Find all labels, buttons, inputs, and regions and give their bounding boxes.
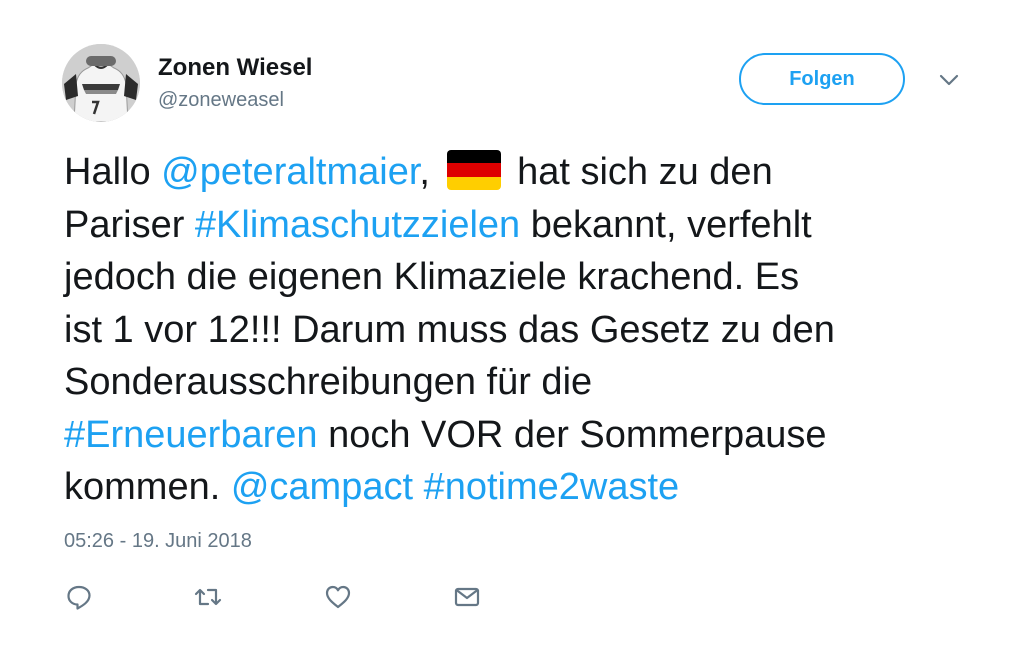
timestamp[interactable]: 05:26 - 19. Juni 2018: [64, 530, 252, 553]
display-name[interactable]: Zonen Wiesel: [158, 54, 312, 82]
tweet-card: Zonen Wiesel @zoneweasel Folgen Hallo @p…: [0, 0, 1024, 654]
tweet-text-segment: ,: [419, 151, 430, 193]
tweet-text-segment: Pariser: [64, 203, 195, 246]
tweet-line: Hallo @peteraltmaier, hat sich zu den: [64, 146, 984, 199]
follow-button-label: Folgen: [789, 67, 855, 90]
tweet-line: jedoch die eigenen Klimaziele krachend. …: [64, 251, 984, 304]
tweet-line: Pariser #Klimaschutzzielen bekannt, verf…: [64, 199, 984, 252]
retweet-button[interactable]: [193, 582, 223, 612]
jersey-avatar-icon: [62, 44, 140, 122]
reply-icon: [67, 585, 91, 610]
hashtag-link[interactable]: #Erneuerbaren: [64, 414, 318, 456]
tweet-text-segment: hat sich zu den: [506, 151, 773, 193]
tweet-text: Hallo @peteraltmaier, hat sich zu den Pa…: [64, 146, 984, 514]
tweet-line: kommen. @campact #notime2waste: [64, 461, 984, 514]
chevron-down-icon: [939, 74, 959, 86]
envelope-icon: [454, 587, 480, 607]
tweet-text-segment: Sonderausschreibungen für die: [64, 361, 593, 403]
mention-link[interactable]: @peteraltmaier: [161, 151, 419, 193]
reply-button[interactable]: [64, 582, 94, 612]
more-options-button[interactable]: [936, 70, 962, 90]
tweet-line: ist 1 vor 12!!! Darum muss das Gesetz zu…: [64, 304, 984, 357]
hashtag-link[interactable]: #Klimaschutzzielen: [195, 204, 520, 246]
tweet-text-segment: ist 1 vor 12!!! Darum muss das Gesetz zu…: [64, 308, 835, 351]
mention-link[interactable]: @campact: [231, 466, 413, 508]
follow-button[interactable]: Folgen: [739, 53, 905, 105]
tweet-text-segment: Hallo: [64, 151, 162, 193]
avatar[interactable]: [62, 44, 140, 122]
direct-message-button[interactable]: [452, 582, 482, 612]
tweet-text-segment: bekannt, verfehlt: [520, 203, 812, 246]
tweet-text-segment: kommen.: [64, 466, 231, 508]
retweet-icon: [194, 588, 222, 606]
user-handle[interactable]: @zoneweasel: [158, 89, 284, 112]
hashtag-link[interactable]: #notime2waste: [424, 466, 680, 508]
tweet-text-segment: jedoch die eigenen Klimaziele krachend. …: [64, 256, 800, 298]
tweet-line: Sonderausschreibungen für die: [64, 356, 984, 409]
heart-icon: [325, 585, 351, 609]
tweet-line: #Erneuerbaren noch VOR der Sommerpause: [64, 409, 984, 462]
tweet-text-segment: noch VOR der Sommerpause: [317, 413, 827, 456]
germany-flag-icon: [446, 150, 501, 190]
like-button[interactable]: [323, 582, 353, 612]
